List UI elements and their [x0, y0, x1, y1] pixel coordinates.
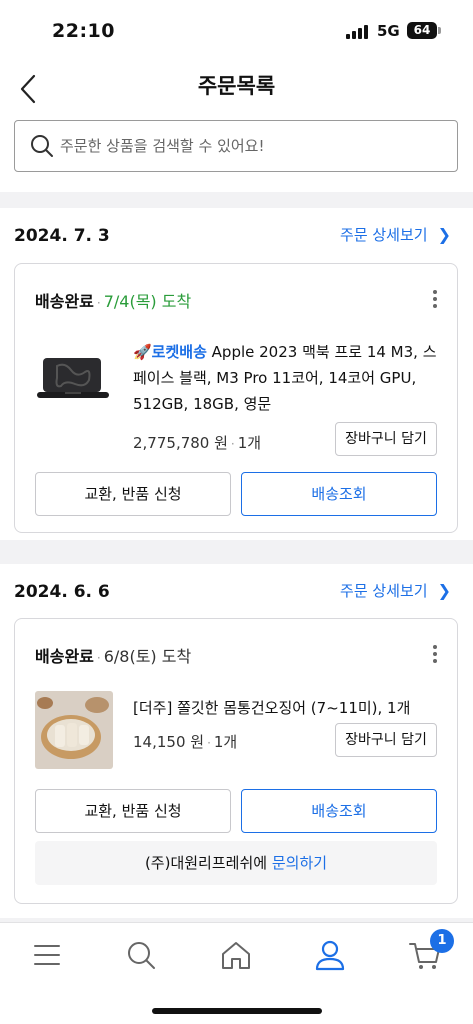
status-bar: 22:10 5G 64	[0, 0, 473, 60]
search-icon[interactable]	[123, 937, 159, 973]
search-input[interactable]	[60, 133, 440, 159]
add-to-cart-button[interactable]: 장바구니 담기	[335, 422, 437, 456]
product-name[interactable]: 🚀로켓배송 Apple 2023 맥북 프로 14 M3, 스페이스 블랙, M…	[133, 339, 443, 417]
product-price: 14,150 원	[133, 733, 205, 751]
home-icon[interactable]	[218, 937, 254, 973]
order-card: 배송완료 · 7/4(목) 도착 🚀로켓배송 Apple 2023 맥북 프로 14…	[14, 263, 458, 533]
chevron-right-icon: ❯	[437, 581, 451, 600]
rocket-delivery-label: 🚀로켓배송	[133, 343, 207, 361]
header: 주문목록	[0, 60, 473, 192]
chevron-right-icon: ❯	[437, 225, 451, 244]
price-line: 14,150 원 · 1개	[133, 731, 237, 752]
home-indicator	[152, 1008, 322, 1014]
separator-dot: ·	[230, 437, 235, 451]
seller-inquiry-box: (주)대원리프레쉬에 문의하기	[35, 841, 437, 885]
track-delivery-button[interactable]: 배송조회	[241, 789, 437, 833]
delivery-status-line: 배송완료 · 6/8(토) 도착	[35, 643, 191, 667]
product-quantity: 1개	[237, 434, 262, 452]
order-detail-label: 주문 상세보기	[340, 226, 428, 244]
status-time: 22:10	[52, 20, 115, 42]
order-date: 2024. 6. 6	[14, 582, 110, 602]
arrival-date: 6/8(토) 도착	[103, 647, 192, 666]
order-section: 2024. 7. 3 주문 상세보기 ❯ 배송완료 · 7/4(목) 도착 🚀로켓배송…	[0, 208, 473, 540]
order-detail-link[interactable]: 주문 상세보기 ❯	[340, 580, 451, 601]
user-icon[interactable]	[312, 937, 348, 973]
arrival-date: 7/4(목) 도착	[103, 292, 192, 311]
exchange-return-button[interactable]: 교환, 반품 신청	[35, 789, 231, 833]
exchange-return-button[interactable]: 교환, 반품 신청	[35, 472, 231, 516]
search-icon	[31, 135, 53, 157]
menu-icon[interactable]	[29, 937, 65, 973]
seller-name: (주)대원리프레쉬에	[144, 854, 268, 872]
separator-dot: ·	[96, 651, 101, 665]
page-title: 주문목록	[197, 74, 276, 98]
product-thumbnail-squid[interactable]	[35, 691, 113, 769]
product-name[interactable]: [더주] 쫄깃한 몸통건오징어 (7~11미), 1개	[133, 695, 443, 721]
product-thumbnail-macbook[interactable]	[35, 348, 111, 408]
inquiry-link[interactable]: 문의하기	[272, 854, 327, 872]
more-options-icon[interactable]	[423, 641, 447, 667]
product-quantity: 1개	[213, 733, 238, 751]
order-date: 2024. 7. 3	[14, 226, 110, 246]
product-title: [더주] 쫄깃한 몸통건오징어 (7~11미), 1개	[133, 699, 411, 717]
separator-dot: ·	[207, 736, 211, 750]
delivery-status: 배송완료	[35, 292, 94, 311]
network-type: 5G	[377, 22, 400, 40]
separator-dot: ·	[96, 296, 101, 310]
product-price: 2,775,780 원	[133, 434, 228, 452]
price-line: 2,775,780 원 · 1개	[133, 432, 261, 453]
order-section: 2024. 6. 6 주문 상세보기 ❯ 배송완료 · 6/8(토) 도착 [더주] …	[0, 564, 473, 918]
cart-count-badge: 1	[430, 929, 454, 953]
add-to-cart-button[interactable]: 장바구니 담기	[335, 723, 437, 757]
more-options-icon[interactable]	[423, 286, 447, 312]
order-card: 배송완료 · 6/8(토) 도착 [더주] 쫄깃한 몸통건오징어 (7~11미), …	[14, 618, 458, 904]
track-delivery-button[interactable]: 배송조회	[241, 472, 437, 516]
delivery-status-line: 배송완료 · 7/4(목) 도착	[35, 288, 191, 312]
order-detail-link[interactable]: 주문 상세보기 ❯	[340, 224, 451, 245]
search-box[interactable]	[14, 120, 458, 172]
delivery-status: 배송완료	[35, 647, 94, 666]
battery-icon: 64	[407, 22, 441, 39]
order-detail-label: 주문 상세보기	[340, 582, 428, 600]
signal-icon	[346, 25, 368, 39]
